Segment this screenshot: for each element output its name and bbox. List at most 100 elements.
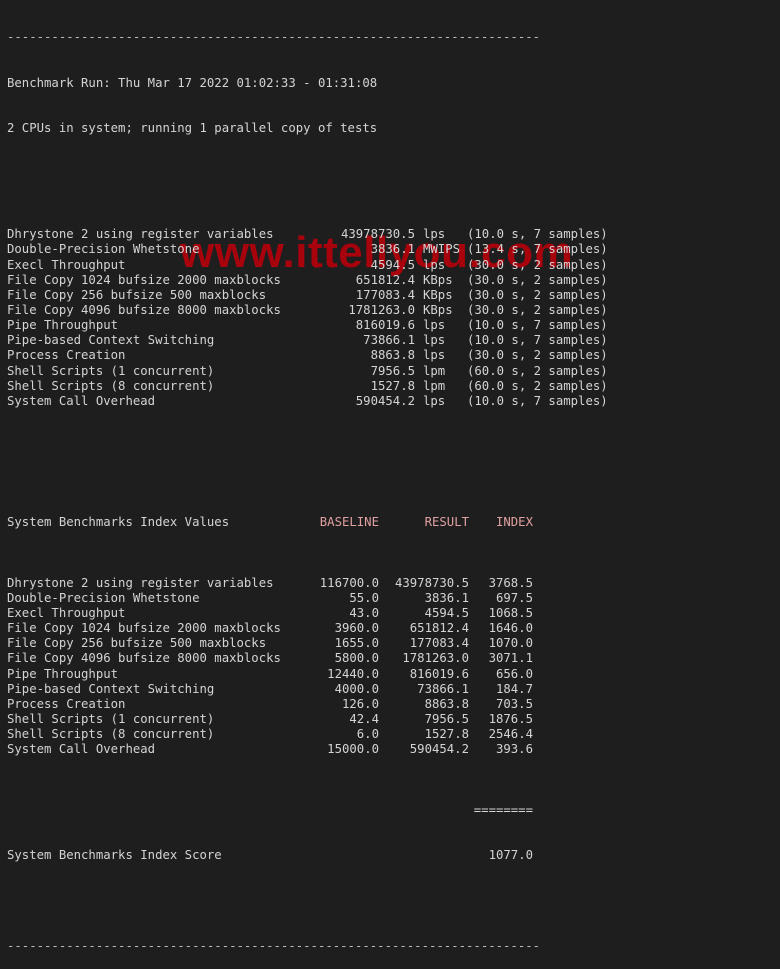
index-baseline: 12440.0 [327,666,379,681]
result-row: File Copy 256 bufsize 500 maxblocks 17708… [7,288,608,303]
index-name: Double-Precision Whetstone [7,590,200,605]
result-name: Shell Scripts (8 concurrent) [7,378,215,393]
index-value: 2546.4 [488,727,533,742]
index-value: 1070.0 [488,636,533,651]
result-info: (30.0 s, 2 samples) [467,302,608,317]
index-row: Dhrystone 2 using register variables 1167… [7,576,608,591]
score-rule: ======== [473,802,533,817]
index-list: Dhrystone 2 using register variables 1167… [7,576,608,758]
index-row: File Copy 4096 bufsize 8000 maxblocks 580… [7,651,608,666]
index-baseline: 15000.0 [327,742,379,757]
result-unit: lps [423,257,446,272]
index-value: 703.5 [495,696,533,711]
result-info: (30.0 s, 2 samples) [467,257,608,272]
result-name: Pipe-based Context Switching [7,333,215,348]
result-info: (10.0 s, 7 samples) [467,393,608,408]
index-result: 43978730.5 [394,575,469,590]
result-unit: KBps [423,272,453,287]
index-name: Pipe Throughput [7,666,119,681]
index-result: 3836.1 [424,590,469,605]
run-header: Benchmark Run: Thu Mar 17 2022 01:02:33 … [7,75,378,90]
baseline-header: BASELINE [319,515,379,530]
result-row: Process Creation 8863.8 lps (30.0 s, 2 samp… [7,348,608,363]
index-value: 1068.5 [488,605,533,620]
result-unit: lps [423,348,446,363]
result-info: (13.4 s, 7 samples) [467,242,608,257]
index-name: Process Creation [7,696,126,711]
index-baseline: 43.0 [349,605,379,620]
index-name: Execl Throughput [7,605,126,620]
index-baseline: 126.0 [341,696,379,711]
result-info: (10.0 s, 7 samples) [467,333,608,348]
index-value: 1876.5 [488,711,533,726]
result-row: Shell Scripts (1 concurrent) 7956.5 lpm (60… [7,364,608,379]
result-info: (30.0 s, 2 samples) [467,287,608,302]
index-baseline: 3960.0 [334,621,379,636]
result-unit: KBps [423,287,453,302]
result-name: Shell Scripts (1 concurrent) [7,363,215,378]
index-name: Dhrystone 2 using register variables [7,575,274,590]
index-result: 1781263.0 [402,651,469,666]
result-unit: lps [423,393,446,408]
index-title: System Benchmarks Index Values [7,515,230,530]
index-row: Pipe-based Context Switching 4000.0 73866.… [7,682,608,697]
result-name: Dhrystone 2 using register variables [7,227,274,242]
results-list: Dhrystone 2 using register variables 4397… [7,227,608,409]
result-row: Shell Scripts (8 concurrent) 1527.8 lpm (60… [7,379,608,394]
index-row: Shell Scripts (1 concurrent) 42.4 7956.5 18… [7,712,608,727]
index-baseline: 116700.0 [319,575,379,590]
result-name: Execl Throughput [7,257,126,272]
result-row: Dhrystone 2 using register variables 4397… [7,227,608,242]
result-value: 3836.1 [370,242,415,257]
result-name: System Call Overhead [7,393,156,408]
index-row: Double-Precision Whetstone 55.0 3836.1 697.… [7,591,608,606]
index-baseline: 42.4 [349,711,379,726]
result-value: 816019.6 [355,318,415,333]
result-value: 8863.8 [370,348,415,363]
result-name: File Copy 4096 bufsize 8000 maxblocks [7,302,281,317]
result-name: Process Creation [7,348,126,363]
index-baseline: 1655.0 [334,636,379,651]
index-baseline: 4000.0 [334,681,379,696]
index-baseline: 6.0 [356,727,379,742]
result-unit: lps [423,318,446,333]
result-value: 43978730.5 [340,227,415,242]
result-info: (30.0 s, 2 samples) [467,348,608,363]
index-name: File Copy 256 bufsize 500 maxblocks [7,636,267,651]
index-result: 590454.2 [409,742,469,757]
result-value: 1527.8 [370,378,415,393]
index-value: 1646.0 [488,621,533,636]
index-row: Execl Throughput 43.0 4594.5 1068.5 [7,606,608,621]
result-value: 7956.5 [370,363,415,378]
index-header: INDEX [495,515,533,530]
result-name: Double-Precision Whetstone [7,242,200,257]
index-name: File Copy 1024 bufsize 2000 maxblocks [7,621,281,636]
result-info: (60.0 s, 2 samples) [467,363,608,378]
index-value: 3768.5 [488,575,533,590]
result-name: File Copy 256 bufsize 500 maxblocks [7,287,267,302]
result-unit: lpm [423,363,446,378]
result-value: 4594.5 [370,257,415,272]
index-value: 393.6 [495,742,533,757]
result-row: Execl Throughput 4594.5 lps (30.0 s, 2 samp… [7,258,608,273]
result-unit: MWIPS [423,242,461,257]
result-name: File Copy 1024 bufsize 2000 maxblocks [7,272,281,287]
index-name: File Copy 4096 bufsize 8000 maxblocks [7,651,281,666]
result-unit: lps [423,227,446,242]
cpu-info: 2 CPUs in system; running 1 parallel cop… [7,121,378,136]
result-value: 590454.2 [355,393,415,408]
index-value: 3071.1 [488,651,533,666]
index-name: System Call Overhead [7,742,156,757]
score-label: System Benchmarks Index Score [7,848,222,863]
index-value: 697.5 [495,590,533,605]
result-info: (10.0 s, 7 samples) [467,318,608,333]
index-row: System Call Overhead 15000.0 590454.2 393.6 [7,742,608,757]
index-row: File Copy 256 bufsize 500 maxblocks 1655.… [7,636,608,651]
result-unit: KBps [423,302,453,317]
result-row: System Call Overhead 590454.2 lps (10.0 s, … [7,394,608,409]
result-info: (60.0 s, 2 samples) [467,378,608,393]
result-row: File Copy 4096 bufsize 8000 maxblocks 178… [7,303,608,318]
result-value: 177083.4 [355,287,415,302]
index-header-row: System Benchmarks Index Values BASELINE RE… [7,515,608,530]
